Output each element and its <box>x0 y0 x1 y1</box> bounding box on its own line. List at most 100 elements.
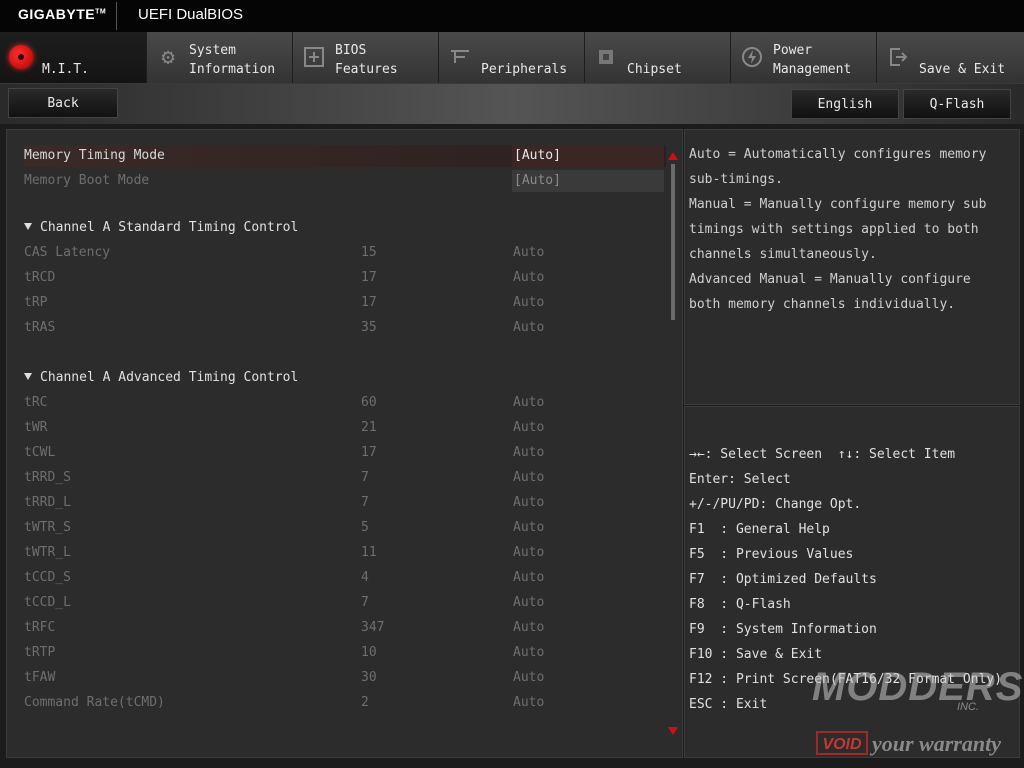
section-title: Channel A Standard Timing Control <box>40 220 299 235</box>
help-line: both memory channels individually. <box>689 297 956 312</box>
timing-setting: Auto <box>513 395 545 410</box>
header-divider <box>116 2 117 30</box>
timing-name: tRAS <box>24 320 56 335</box>
timing-setting: Auto <box>513 420 545 435</box>
timing-setting: Auto <box>513 470 545 485</box>
help-line: Advanced Manual = Manually configure <box>689 272 971 287</box>
timing-value: 17 <box>361 270 377 285</box>
timing-setting: Auto <box>513 320 545 335</box>
table-row: tRAS 35 Auto <box>24 317 666 339</box>
timing-value: 21 <box>361 420 377 435</box>
back-button[interactable]: Back <box>8 88 118 118</box>
tab-mit[interactable]: M.I.T. <box>0 32 147 83</box>
table-row: tRRD_S 7 Auto <box>24 467 666 489</box>
key-line: F7 : Optimized Defaults <box>689 572 877 587</box>
key-line: F12 : Print Screen(FAT16/32 Format Only) <box>689 672 1003 687</box>
table-row: tRRD_L 7 Auto <box>24 492 666 514</box>
tab-chipset[interactable]: Chipset <box>585 32 731 83</box>
timing-setting: Auto <box>513 445 545 460</box>
key-line: F10 : Save & Exit <box>689 647 823 662</box>
tab-peripherals[interactable]: Peripherals <box>439 32 585 83</box>
table-row: tRTP 10 Auto <box>24 642 666 664</box>
scroll-up-arrow-icon[interactable] <box>668 152 678 160</box>
timing-name: tWTR_S <box>24 520 71 535</box>
setting-label: Memory Timing Mode <box>24 148 165 163</box>
key-line: F5 : Previous Values <box>689 547 854 562</box>
timing-value: 35 <box>361 320 377 335</box>
timing-value: 7 <box>361 470 369 485</box>
tab-system-information[interactable]: ⚙ System Information <box>147 32 293 83</box>
timing-setting: Auto <box>513 245 545 260</box>
tab-label: Save & Exit <box>919 62 1006 77</box>
settings-panel: Memory Timing Mode [Auto] Memory Boot Mo… <box>6 129 683 758</box>
timing-name: tRRD_L <box>24 495 71 510</box>
qflash-button[interactable]: Q-Flash <box>903 89 1011 119</box>
tab-label: Power Management <box>773 43 852 77</box>
timing-setting: Auto <box>513 620 545 635</box>
tab-save-exit[interactable]: Save & Exit <box>877 32 1024 83</box>
memory-timing-mode-row[interactable]: Memory Timing Mode [Auto] <box>24 145 666 167</box>
help-line: channels simultaneously. <box>689 247 877 262</box>
timing-value: 347 <box>361 620 385 635</box>
timing-name: tCCD_S <box>24 570 71 585</box>
table-row: tCCD_L 7 Auto <box>24 592 666 614</box>
timing-setting: Auto <box>513 570 545 585</box>
power-icon <box>739 44 765 70</box>
key-line: ESC : Exit <box>689 697 768 712</box>
key-line: F8 : Q-Flash <box>689 597 791 612</box>
table-row: tRFC 347 Auto <box>24 617 666 639</box>
tab-power-management[interactable]: Power Management <box>731 32 877 83</box>
tab-label: Peripherals <box>481 62 568 77</box>
timing-name: tRP <box>24 295 48 310</box>
section-standard-timing[interactable]: Channel A Standard Timing Control <box>24 217 298 239</box>
timing-setting: Auto <box>513 695 545 710</box>
table-row: tCWL 17 Auto <box>24 442 666 464</box>
help-line: Manual = Manually configure memory sub <box>689 197 987 212</box>
timing-name: Command Rate(tCMD) <box>24 695 165 710</box>
gear-icon: ⚙ <box>161 44 175 70</box>
timing-setting: Auto <box>513 645 545 660</box>
table-row: CAS Latency 15 Auto <box>24 242 666 264</box>
bios-icon <box>301 44 327 70</box>
timing-setting: Auto <box>513 270 545 285</box>
section-title: Channel A Advanced Timing Control <box>40 370 299 385</box>
timing-value: 17 <box>361 445 377 460</box>
section-advanced-timing[interactable]: Channel A Advanced Timing Control <box>24 367 298 389</box>
help-text: Auto = Automatically configures memory s… <box>689 142 1013 317</box>
help-panel: Auto = Automatically configures memory s… <box>684 129 1020 405</box>
key-line: →←: Select Screen ↑↓: Select Item <box>689 447 956 462</box>
key-line: +/-/PU/PD: Change Opt. <box>689 497 862 512</box>
timing-name: tRFC <box>24 620 56 635</box>
tab-bar: M.I.T. ⚙ System Information BIOS Feature… <box>0 32 1024 84</box>
table-row: tWTR_S 5 Auto <box>24 517 666 539</box>
setting-label: Memory Boot Mode <box>24 173 150 188</box>
timing-name: tFAW <box>24 670 56 685</box>
key-legend: →←: Select Screen ↑↓: Select Item Enter:… <box>689 442 1019 717</box>
tab-label: Chipset <box>627 62 682 77</box>
language-button[interactable]: English <box>791 89 899 119</box>
tab-label: BIOS Features <box>335 43 398 77</box>
tab-bios-features[interactable]: BIOS Features <box>293 32 439 83</box>
timing-name: tRTP <box>24 645 56 660</box>
memory-boot-mode-value: [Auto] <box>512 170 664 192</box>
triangle-down-icon <box>24 223 32 230</box>
timing-name: tCCD_L <box>24 595 71 610</box>
table-row: tRC 60 Auto <box>24 392 666 414</box>
timing-setting: Auto <box>513 495 545 510</box>
timing-setting: Auto <box>513 595 545 610</box>
scrollbar[interactable] <box>671 164 675 320</box>
triangle-down-icon <box>24 373 32 380</box>
timing-name: tRRD_S <box>24 470 71 485</box>
timing-value: 7 <box>361 595 369 610</box>
timing-value: 4 <box>361 570 369 585</box>
timing-value: 10 <box>361 645 377 660</box>
table-row: tRCD 17 Auto <box>24 267 666 289</box>
timing-value: 11 <box>361 545 377 560</box>
memory-timing-mode-select[interactable]: [Auto] <box>512 145 664 167</box>
timing-setting: Auto <box>513 520 545 535</box>
peripherals-icon <box>447 44 473 70</box>
timing-name: tWR <box>24 420 48 435</box>
tab-label: M.I.T. <box>42 62 89 77</box>
scroll-down-arrow-icon[interactable] <box>668 727 678 735</box>
timing-value: 30 <box>361 670 377 685</box>
